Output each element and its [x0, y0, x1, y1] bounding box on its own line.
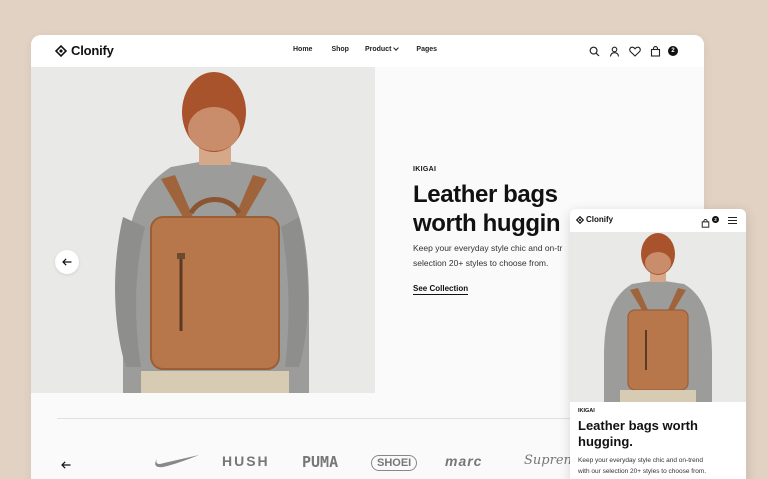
mobile-logo-text: Clonify: [586, 215, 614, 224]
nav-item-home[interactable]: Home: [293, 46, 312, 53]
mobile-hero-subtitle: Keep your everyday style chic and on-tre…: [578, 455, 743, 477]
hero-eyebrow: IKIGAI: [413, 166, 437, 173]
main-nav: Home Shop Product Pages: [293, 45, 437, 53]
logo-mark-icon: [55, 44, 67, 57]
site-header: Clonify Home Shop Product Pages 2: [31, 35, 704, 67]
nav-item-pages[interactable]: Pages: [416, 46, 437, 53]
brand-supreme: Supren: [524, 453, 572, 468]
cart-count-badge: 2: [668, 46, 678, 56]
search-icon[interactable]: [589, 44, 600, 62]
mobile-hero-eyebrow: IKIGAI: [578, 408, 595, 414]
logo-mark-icon: [576, 215, 584, 224]
brands-prev-button[interactable]: [61, 456, 71, 474]
hero-prev-button[interactable]: [55, 250, 79, 274]
arrow-left-icon: [62, 258, 72, 266]
cart-bag-icon[interactable]: [650, 44, 661, 62]
mobile-preview: Clonify 2 IKIGAI Leather bags worth hugg…: [570, 209, 746, 479]
nav-item-product-label: Product: [364, 46, 392, 53]
chevron-down-icon: [393, 45, 400, 51]
nike-swoosh-logo: [155, 455, 199, 468]
mobile-header: Clonify 2: [570, 209, 746, 232]
user-icon[interactable]: [609, 44, 620, 62]
brand-puma: PUMA: [302, 453, 339, 471]
backpack-model-illustration: [570, 232, 746, 402]
mobile-cart-badge: 2: [712, 216, 719, 223]
mobile-hero-subtitle-line1: Keep your everyday style chic and on-tre…: [578, 457, 704, 464]
header-icons: [589, 44, 661, 62]
mobile-hero-title-line1: Leather bags worth: [578, 418, 698, 433]
heart-icon[interactable]: [629, 44, 641, 62]
mobile-hero-image: [570, 232, 746, 402]
mobile-logo[interactable]: Clonify: [576, 215, 613, 224]
mobile-hero-title-line2: hugging.: [578, 434, 633, 449]
hero-title-line1: Leather bags: [413, 181, 558, 208]
mobile-cart-icon[interactable]: [701, 215, 710, 233]
hamburger-menu-icon[interactable]: [728, 217, 737, 226]
hero-image: [31, 67, 375, 393]
backpack-model-illustration: [31, 67, 375, 393]
see-collection-link[interactable]: See Collection: [413, 284, 469, 295]
mobile-hero-subtitle-line2: with our selection 20+ styles to choose …: [578, 468, 707, 475]
brand-marc: marc: [445, 453, 483, 469]
site-logo[interactable]: Clonify: [55, 43, 114, 58]
brand-shoei: SHOEI: [371, 455, 418, 471]
logo-text: Clonify: [71, 43, 114, 58]
nav-item-shop[interactable]: Shop: [331, 46, 349, 53]
mobile-hero-title: Leather bags worth hugging.: [578, 418, 743, 450]
nav-item-product[interactable]: Product: [364, 45, 400, 53]
arrow-left-icon: [61, 461, 71, 469]
brand-hush: HUSH: [222, 453, 270, 469]
